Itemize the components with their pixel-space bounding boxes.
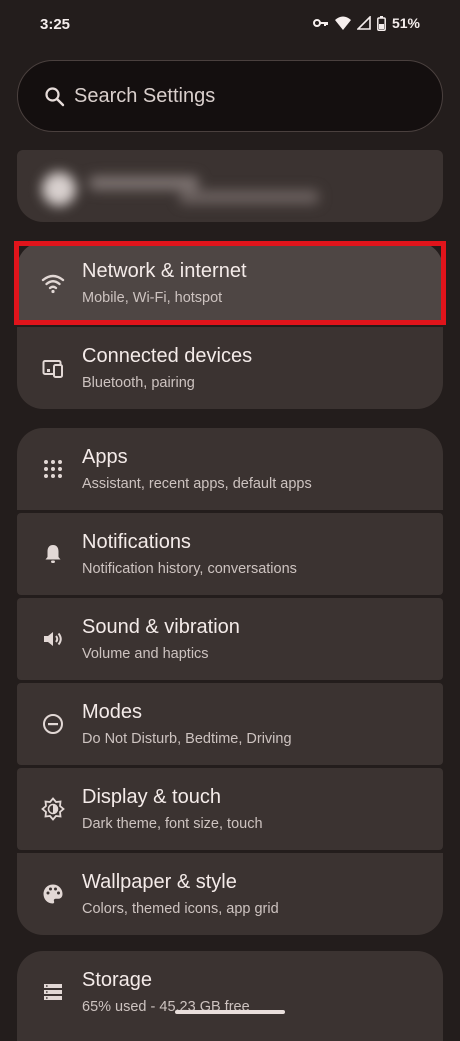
settings-item-subtitle: Dark theme, font size, touch (82, 816, 263, 832)
modes-icon (41, 712, 65, 736)
settings-item-modes[interactable]: Modes Do Not Disturb, Bedtime, Driving (17, 683, 443, 765)
status-icons: 51% (312, 15, 420, 31)
settings-item-notifications[interactable]: Notifications Notification history, conv… (17, 513, 443, 595)
main-settings-group: Apps Assistant, recent apps, default app… (17, 428, 443, 935)
search-icon (44, 86, 66, 113)
apps-grid-icon (41, 457, 65, 481)
settings-item-title: Connected devices (82, 345, 253, 367)
status-bar: 3:25 51% (0, 0, 460, 52)
account-card[interactable] (17, 150, 443, 222)
palette-icon (41, 882, 65, 906)
battery-icon (377, 15, 386, 31)
settings-item-title: Storage (82, 969, 153, 991)
connectivity-group: Network & internet Mobile, Wi-Fi, hotspo… (17, 242, 443, 409)
settings-item-subtitle: Assistant, recent apps, default apps (82, 476, 312, 492)
settings-item-title: Network & internet (82, 260, 247, 282)
settings-item-storage[interactable]: Storage 65% used - 45.23 GB free (17, 951, 443, 1041)
storage-group: Storage 65% used - 45.23 GB free (17, 951, 443, 1041)
avatar (42, 172, 319, 206)
volume-icon (41, 627, 65, 651)
cell-signal-icon (356, 16, 371, 30)
account-group (17, 150, 443, 222)
settings-item-sound[interactable]: Sound & vibration Volume and haptics (17, 598, 443, 680)
wifi-icon (41, 271, 65, 295)
bell-icon (41, 542, 65, 566)
home-indicator[interactable] (175, 1010, 285, 1014)
settings-item-title: Notifications (82, 531, 191, 553)
settings-item-wallpaper[interactable]: Wallpaper & style Colors, themed icons, … (17, 853, 443, 935)
wifi-signal-icon (334, 16, 351, 30)
settings-item-title: Modes (82, 701, 143, 723)
settings-item-connected-devices[interactable]: Connected devices Bluetooth, pairing (17, 327, 443, 409)
settings-item-subtitle: Do Not Disturb, Bedtime, Driving (82, 731, 292, 747)
settings-item-network[interactable]: Network & internet Mobile, Wi-Fi, hotspo… (17, 242, 443, 324)
storage-icon (41, 980, 65, 1004)
devices-icon (41, 356, 65, 380)
settings-item-subtitle: Mobile, Wi-Fi, hotspot (82, 290, 223, 306)
search-bar[interactable]: Search Settings (17, 60, 443, 132)
search-placeholder: Search Settings (74, 85, 216, 107)
settings-item-title: Sound & vibration (82, 616, 240, 638)
settings-item-subtitle: Volume and haptics (82, 646, 209, 662)
brightness-icon (41, 797, 65, 821)
settings-item-apps[interactable]: Apps Assistant, recent apps, default app… (17, 428, 443, 510)
status-time: 3:25 (40, 16, 71, 33)
settings-item-display[interactable]: Display & touch Dark theme, font size, t… (17, 768, 443, 850)
vpn-key-icon (312, 17, 329, 29)
settings-item-subtitle: Colors, themed icons, app grid (82, 901, 279, 917)
settings-item-title: Display & touch (82, 786, 221, 808)
settings-item-title: Wallpaper & style (82, 871, 237, 893)
settings-item-subtitle: Notification history, conversations (82, 561, 297, 577)
settings-item-title: Apps (82, 446, 128, 468)
battery-percent: 51% (391, 15, 420, 31)
settings-item-subtitle: Bluetooth, pairing (82, 375, 195, 391)
